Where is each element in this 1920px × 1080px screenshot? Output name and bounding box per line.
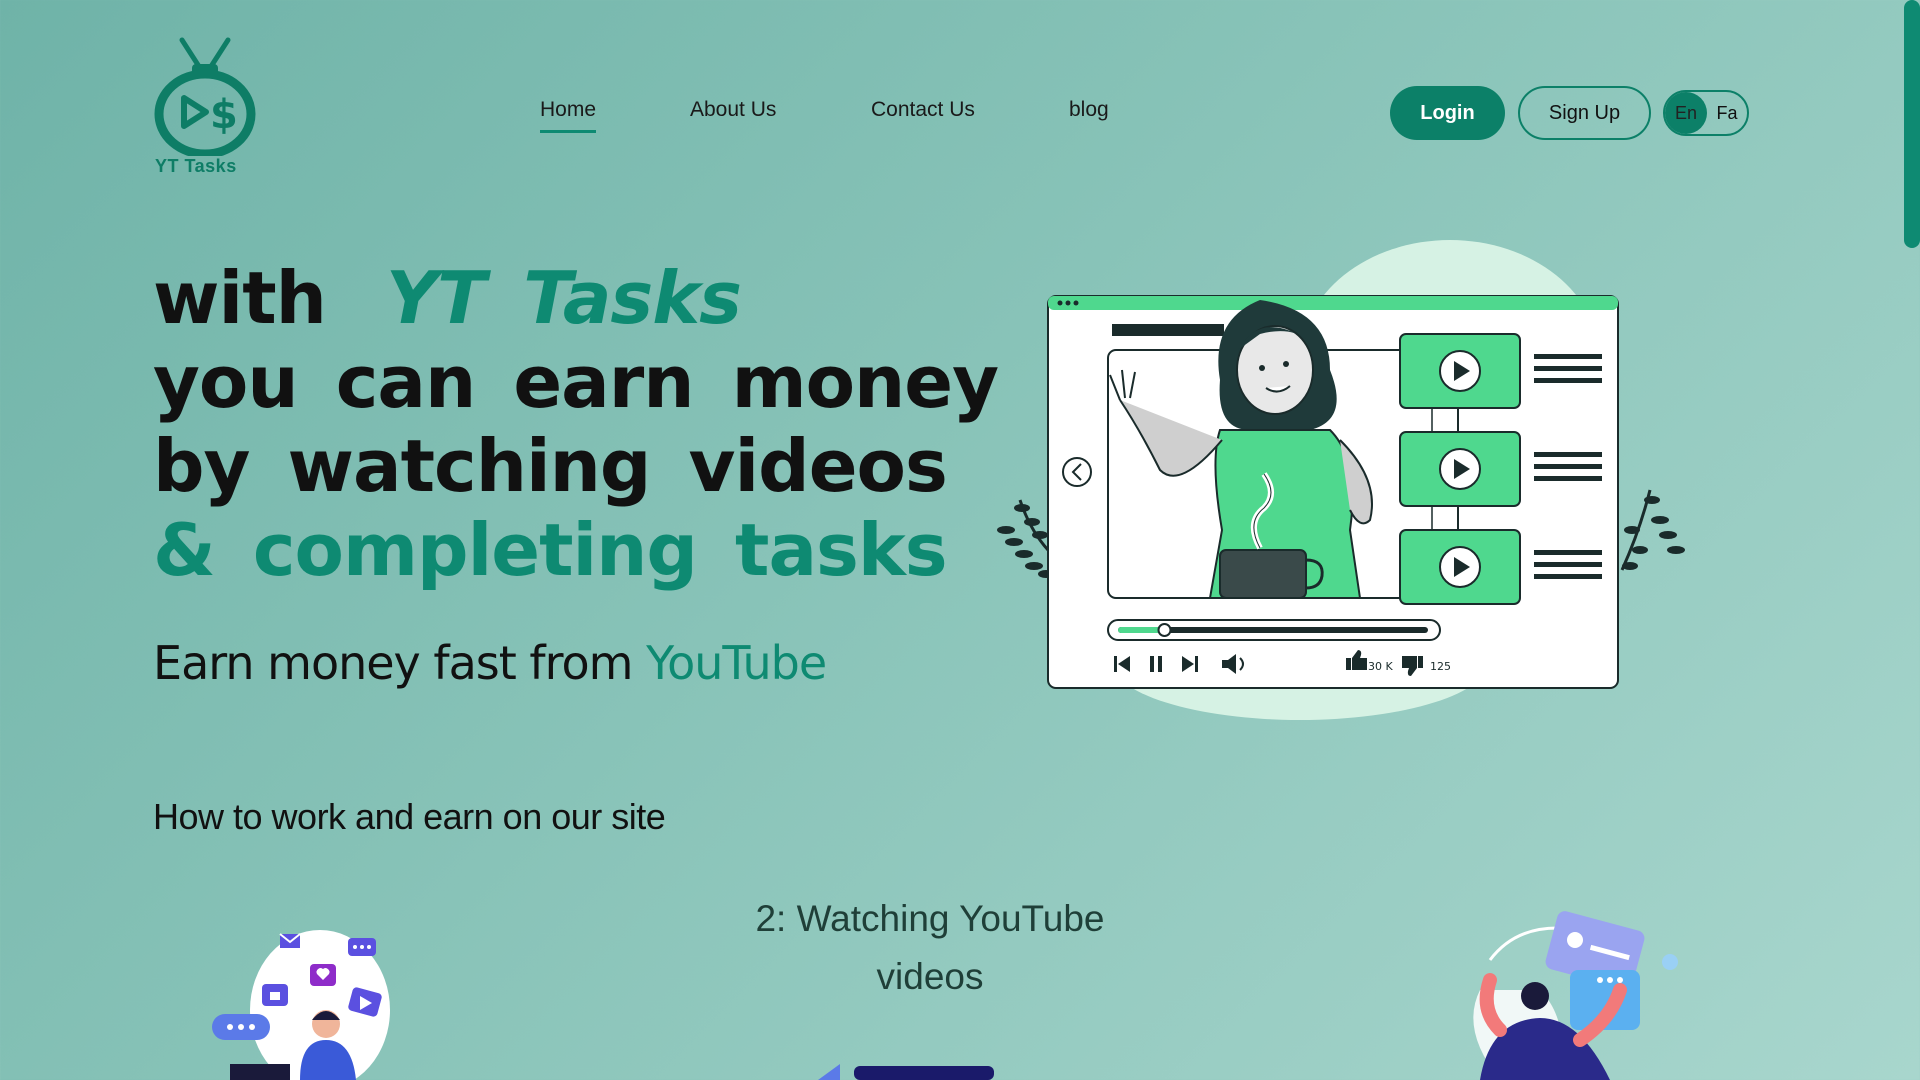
step-title-line-2: videos <box>876 956 984 997</box>
laptop-illustration <box>810 1060 1000 1080</box>
nav-blog[interactable]: blog <box>1069 98 1109 122</box>
hero-line-4: & completing tasks <box>153 508 948 592</box>
how-section-title: How to work and earn on our site <box>153 796 666 837</box>
hero-line-3: by watching videos <box>153 424 948 508</box>
person-card-illustration <box>1440 910 1710 1080</box>
mail-icon <box>279 933 301 948</box>
nav-home[interactable]: Home <box>540 98 597 133</box>
step-title-line-1: 2: Watching YouTube <box>755 898 1105 939</box>
dislikes-count: 125 <box>1430 660 1451 673</box>
step-title: 2: Watching YouTube videos <box>720 890 1140 1006</box>
subline-youtube: YouTube <box>646 636 827 690</box>
svg-text:$: $ <box>210 92 238 138</box>
hero-brand: YT Tasks <box>385 256 742 340</box>
nav-contact-us[interactable]: Contact Us <box>871 98 975 122</box>
language-toggle[interactable]: En Fa <box>1663 90 1749 136</box>
heart-icon <box>310 964 336 986</box>
login-button[interactable]: Login <box>1390 86 1505 140</box>
scrollbar[interactable] <box>1904 0 1920 1080</box>
scrollbar-thumb[interactable] <box>1904 0 1920 248</box>
chat-dots-icon <box>212 1014 270 1040</box>
progress-knob <box>1157 623 1172 637</box>
back-arrow-icon[interactable] <box>1062 457 1092 487</box>
chat-bubble-icon <box>348 938 376 956</box>
likes-count: 30 K <box>1368 660 1393 673</box>
tv-logo-icon: $ <box>154 37 256 159</box>
hero-line-1: with YT Tasks <box>153 256 998 340</box>
logo-text: YT Tasks <box>155 156 237 176</box>
subline-prefix: Earn money fast from <box>153 636 633 690</box>
hero-with: with <box>153 256 327 340</box>
video-progress-bar[interactable] <box>1107 619 1441 641</box>
language-en[interactable]: En <box>1665 92 1707 134</box>
hero-subline: Earn money fast from YouTube <box>153 636 827 690</box>
nav-about-us[interactable]: About Us <box>690 98 776 122</box>
hero-line-2: you can earn money <box>153 340 999 424</box>
leaf-left-icon <box>997 499 1054 578</box>
language-fa[interactable]: Fa <box>1707 103 1747 124</box>
logo[interactable]: $ <box>152 36 258 176</box>
social-media-illustration <box>200 920 420 1080</box>
like-icon <box>262 984 288 1006</box>
signup-button[interactable]: Sign Up <box>1518 86 1651 140</box>
hero-illustration: 30 K 125 <box>960 230 1720 730</box>
leaf-right-icon <box>1620 489 1685 571</box>
hero-headline: with YT Tasks you can earn money by watc… <box>153 256 999 592</box>
